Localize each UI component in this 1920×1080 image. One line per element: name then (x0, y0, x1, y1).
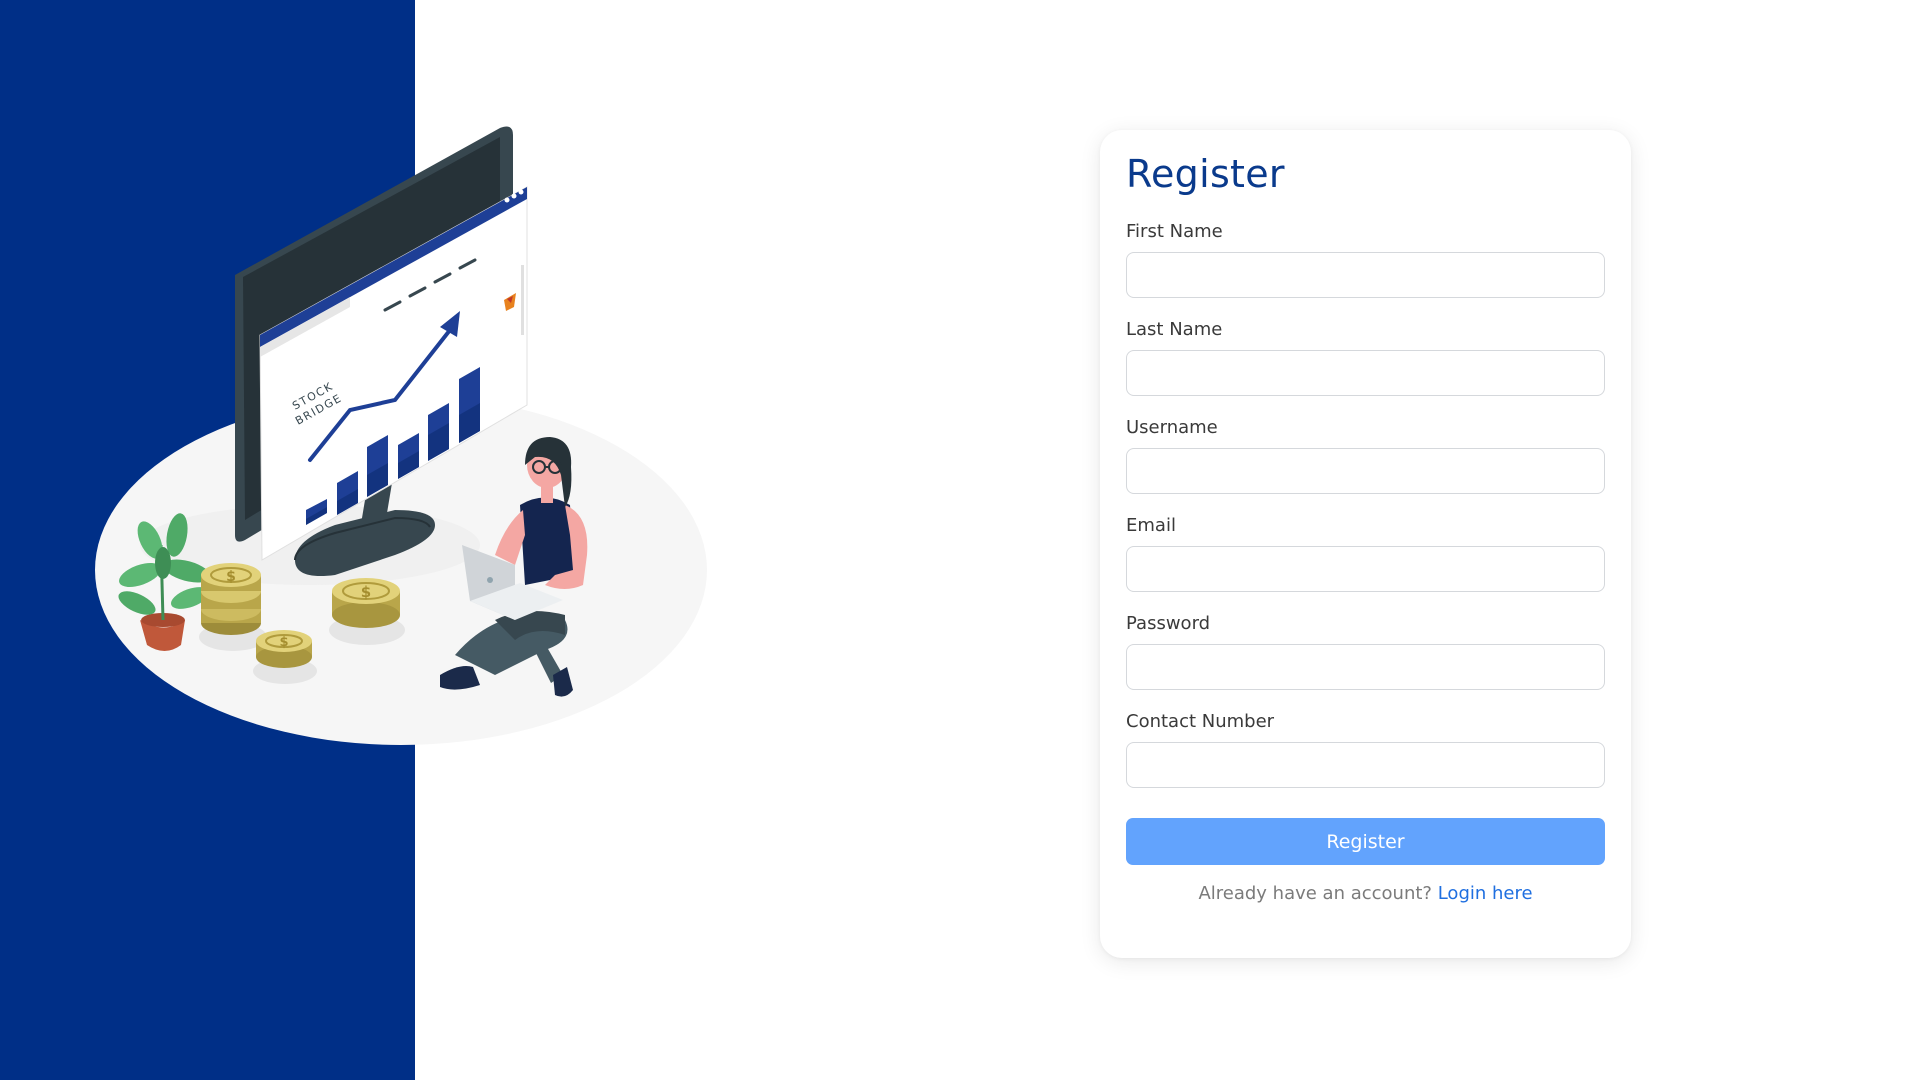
email-label: Email (1126, 515, 1176, 536)
coin-stack-right: $ (329, 578, 405, 645)
last-name-field: Last Name (1126, 318, 1605, 396)
password-field: Password (1126, 612, 1605, 690)
username-field: Username (1126, 416, 1605, 494)
email-field: Email (1126, 514, 1605, 592)
username-label: Username (1126, 417, 1218, 438)
first-name-field: First Name (1126, 220, 1605, 298)
password-label: Password (1126, 613, 1211, 634)
coin-stack-left: $ (199, 563, 267, 651)
email-input[interactable] (1126, 546, 1605, 592)
register-card: Register First Name Last Name Username E… (1100, 130, 1631, 958)
login-prompt: Already have an account? Login here (1126, 883, 1605, 904)
contact-number-label: Contact Number (1126, 711, 1275, 732)
coin-dollar-symbol: $ (226, 569, 236, 585)
last-name-label: Last Name (1126, 319, 1223, 340)
first-name-input[interactable] (1126, 252, 1605, 298)
coin-stack-front: $ (253, 630, 317, 684)
last-name-input[interactable] (1126, 350, 1605, 396)
login-prompt-text: Already have an account? (1198, 883, 1432, 904)
register-button[interactable]: Register (1126, 818, 1605, 865)
first-name-label: First Name (1126, 221, 1223, 242)
coin-dollar-symbol: $ (279, 635, 288, 650)
stock-market-illustration: STOCK BRIDGE $ $ $ (95, 126, 707, 745)
coin-dollar-symbol: $ (361, 583, 371, 601)
contact-number-input[interactable] (1126, 742, 1605, 788)
password-input[interactable] (1126, 644, 1605, 690)
login-link[interactable]: Login here (1438, 883, 1533, 904)
contact-number-field: Contact Number (1126, 710, 1605, 788)
register-title: Register (1126, 152, 1285, 196)
username-input[interactable] (1126, 448, 1605, 494)
